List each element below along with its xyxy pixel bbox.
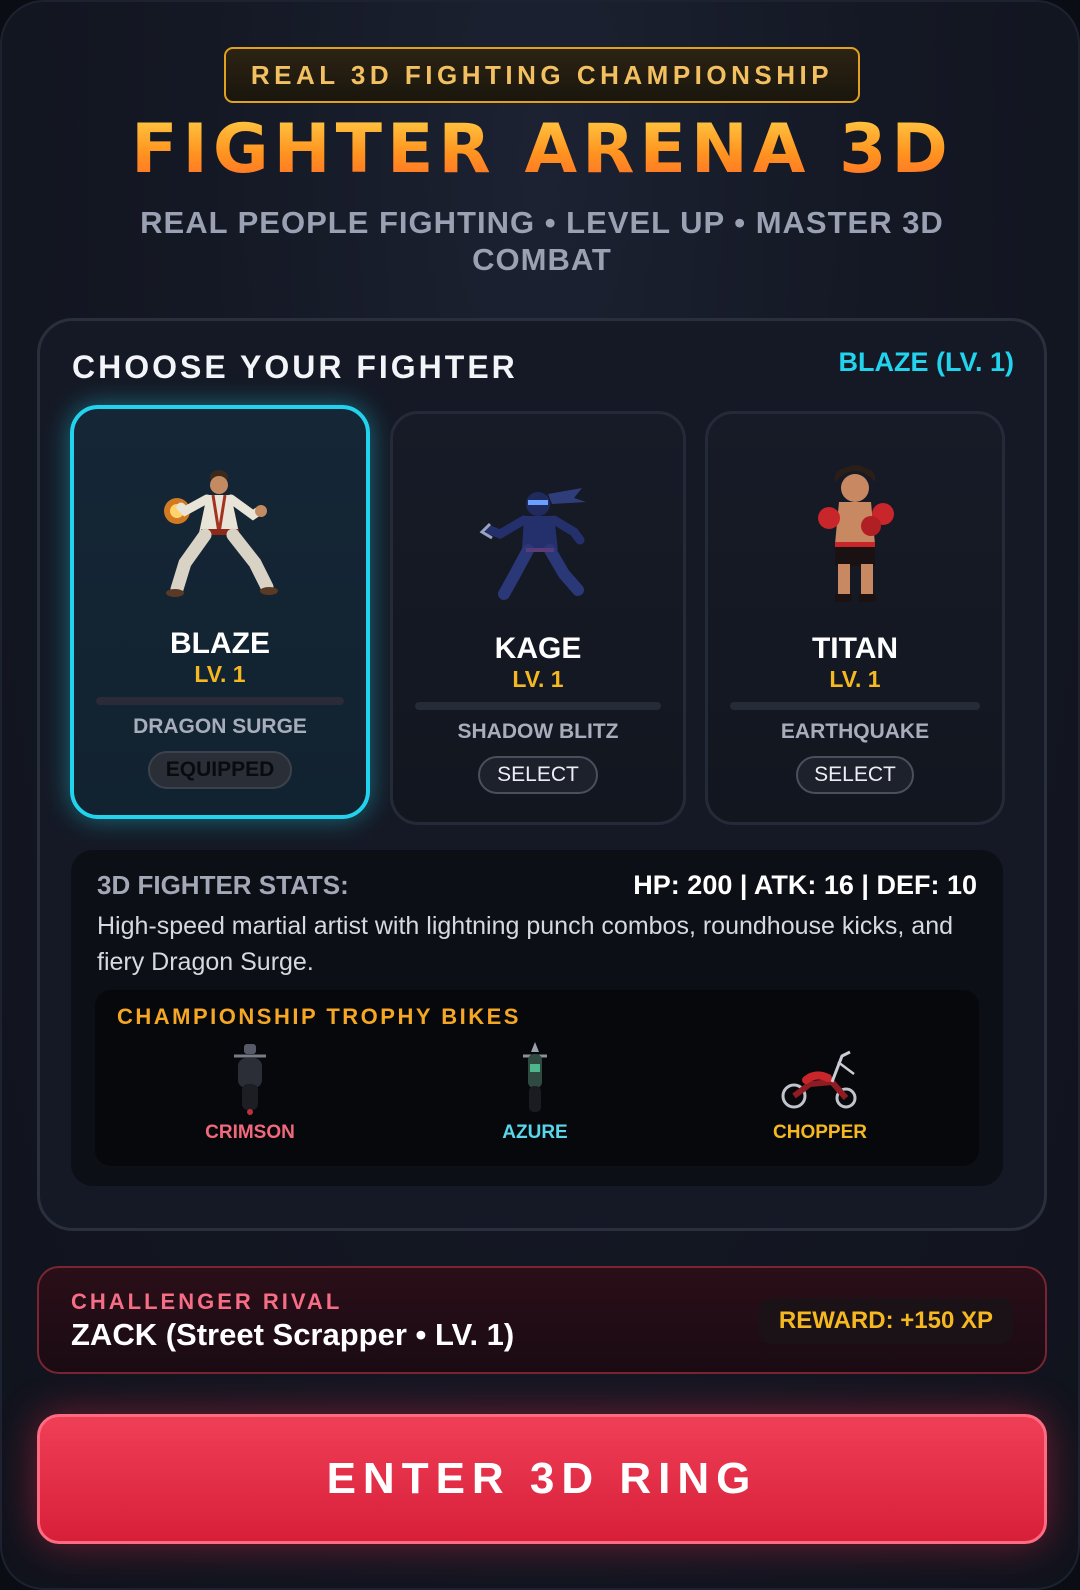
bike-name: AZURE bbox=[502, 1122, 568, 1143]
trophy-bikes-title: CHAMPIONSHIP TROPHY BIKES bbox=[117, 1004, 521, 1029]
equipped-button[interactable]: EQUIPPED bbox=[148, 751, 292, 789]
fighter-level: LV. 1 bbox=[512, 666, 564, 692]
select-button[interactable]: SELECT bbox=[478, 756, 598, 794]
fighter-level: LV. 1 bbox=[194, 661, 246, 687]
special-move: DRAGON SURGE bbox=[133, 715, 307, 738]
fighter-description: High-speed martial artist with lightning… bbox=[97, 912, 954, 976]
stats-label: 3D FIGHTER STATS: bbox=[97, 870, 349, 900]
boxer-sprite bbox=[818, 465, 894, 602]
bike-azure[interactable]: AZURE bbox=[435, 1040, 635, 1144]
fighter-card-titan[interactable]: TITAN LV. 1 EARTHQUAKE SELECT bbox=[705, 411, 1005, 825]
app-frame: REAL 3D FIGHTING CHAMPIONSHIP FIGHTER AR… bbox=[0, 0, 1080, 1590]
bike-name: CHOPPER bbox=[773, 1122, 867, 1143]
challenger-rival-box: CHALLENGER RIVAL ZACK (Street Scrapper •… bbox=[37, 1266, 1047, 1374]
fighter-stats-box: 3D FIGHTER STATS: HP: 200 | ATK: 16 | DE… bbox=[71, 850, 1003, 1186]
fighter-name: BLAZE bbox=[170, 627, 270, 660]
motorcycle-front-icon bbox=[523, 1042, 547, 1112]
rival-name: ZACK (Street Scrapper • LV. 1) bbox=[71, 1317, 515, 1352]
fighter-name: KAGE bbox=[494, 632, 582, 665]
tagline: REAL PEOPLE FIGHTING • LEVEL UP • MASTER… bbox=[140, 205, 944, 277]
chopper-motorcycle-icon bbox=[781, 1050, 857, 1109]
game-title: FIGHTER ARENA 3D bbox=[2, 110, 1080, 189]
selected-fighter-label: BLAZE (LV. 1) bbox=[838, 347, 1014, 377]
bike-chopper[interactable]: CHOPPER bbox=[720, 1040, 920, 1144]
special-move: EARTHQUAKE bbox=[780, 720, 930, 743]
xp-bar bbox=[730, 702, 980, 710]
xp-bar bbox=[415, 702, 661, 710]
motorcycle-front-icon bbox=[234, 1044, 266, 1115]
enter-ring-button[interactable]: ENTER 3D RING bbox=[37, 1414, 1047, 1544]
stats-values: HP: 200 | ATK: 16 | DEF: 10 bbox=[633, 870, 977, 900]
xp-bar bbox=[96, 697, 344, 705]
fighter-card-blaze[interactable]: BLAZE LV. 1 DRAGON SURGE EQUIPPED bbox=[70, 405, 370, 819]
ninja-sprite bbox=[479, 488, 586, 600]
martial-artist-sprite bbox=[164, 470, 278, 597]
fighter-card-kage[interactable]: KAGE LV. 1 SHADOW BLITZ SELECT bbox=[390, 411, 686, 825]
fighter-name: TITAN bbox=[811, 632, 899, 665]
select-button[interactable]: SELECT bbox=[796, 756, 914, 794]
trophy-bikes-box: CHAMPIONSHIP TROPHY BIKES CRIMSON AZURE … bbox=[95, 990, 979, 1166]
reward-badge: REWARD: +150 XP bbox=[758, 1298, 1013, 1344]
championship-badge: REAL 3D FIGHTING CHAMPIONSHIP bbox=[224, 47, 860, 103]
bike-name: CRIMSON bbox=[205, 1122, 295, 1143]
fighter-select-panel: CHOOSE YOUR FIGHTER BLAZE (LV. 1) BLAZE bbox=[37, 318, 1047, 1231]
bike-crimson[interactable]: CRIMSON bbox=[150, 1040, 350, 1144]
fighter-level: LV. 1 bbox=[829, 666, 881, 692]
rival-label: CHALLENGER RIVAL bbox=[71, 1289, 343, 1314]
panel-title: CHOOSE YOUR FIGHTER bbox=[72, 349, 518, 385]
special-move: SHADOW BLITZ bbox=[457, 720, 619, 743]
